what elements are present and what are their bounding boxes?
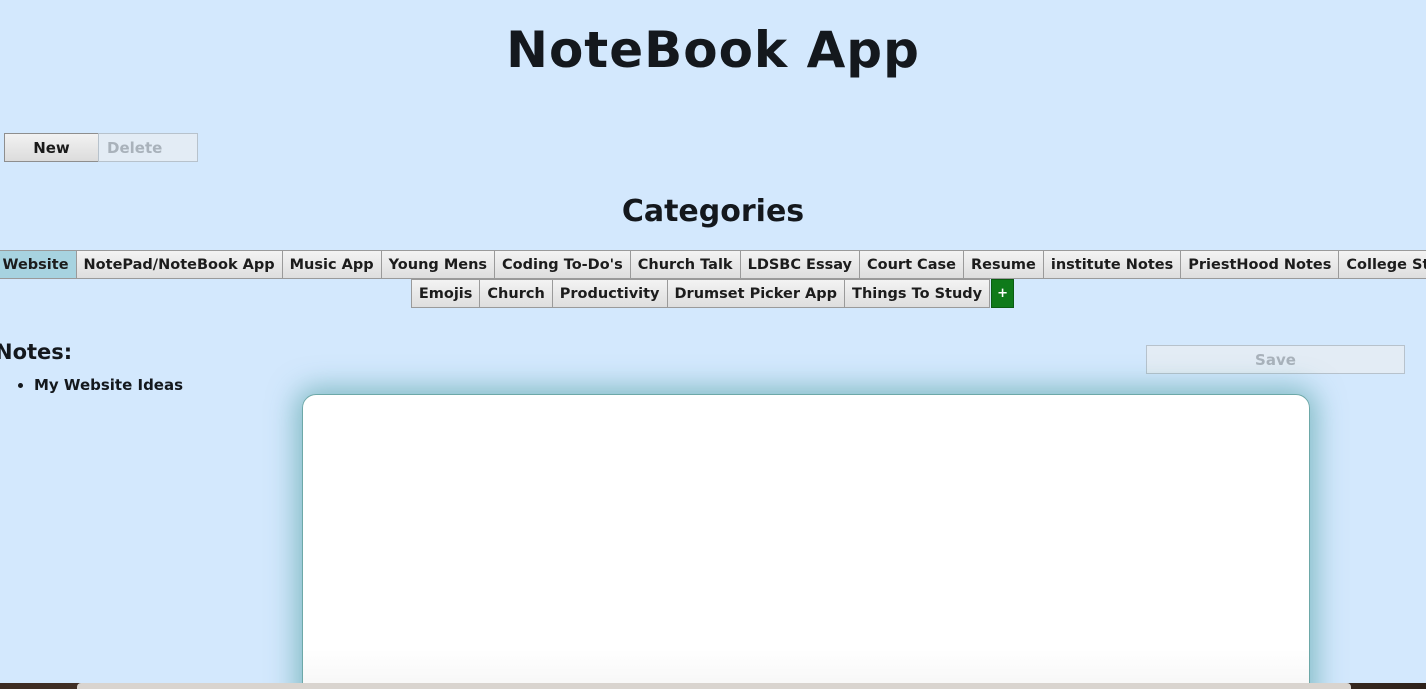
category-tab-notepad-notebook-app[interactable]: NotePad/NoteBook App bbox=[75, 250, 283, 279]
category-tab-court-case[interactable]: Court Case bbox=[859, 250, 964, 279]
category-tab-productivity[interactable]: Productivity bbox=[551, 279, 668, 308]
save-button[interactable]: Save bbox=[1146, 345, 1405, 374]
category-tab-young-mens[interactable]: Young Mens bbox=[380, 250, 496, 279]
category-tab-coding-todos[interactable]: Coding To-Do's bbox=[494, 250, 631, 279]
categories-heading: Categories bbox=[621, 194, 805, 229]
note-editor[interactable] bbox=[302, 394, 1310, 689]
category-tab-resume[interactable]: Resume bbox=[962, 250, 1044, 279]
notes-label: Notes: bbox=[0, 340, 73, 364]
category-tab-my-website[interactable]: My Website bbox=[0, 250, 77, 279]
category-tabs-row-2: Emojis Church Productivity Drumset Picke… bbox=[0, 279, 1426, 308]
category-tab-music-app[interactable]: Music App bbox=[281, 250, 382, 279]
note-item[interactable]: My Website Ideas bbox=[34, 373, 183, 397]
notes-list: My Website Ideas bbox=[0, 373, 183, 397]
new-note-button[interactable]: New bbox=[4, 133, 99, 162]
category-tab-ldsbc-essay[interactable]: LDSBC Essay bbox=[739, 250, 860, 279]
bottom-bar bbox=[77, 683, 1351, 689]
category-tab-priesthood-notes[interactable]: PriestHood Notes bbox=[1180, 250, 1340, 279]
add-category-button[interactable]: + bbox=[991, 279, 1015, 308]
category-tab-church[interactable]: Church bbox=[479, 279, 553, 308]
category-tabs-row-1: My Website NotePad/NoteBook App Music Ap… bbox=[0, 250, 1426, 279]
category-tab-institute-notes[interactable]: institute Notes bbox=[1042, 250, 1182, 279]
delete-note-button[interactable]: Delete bbox=[98, 133, 198, 162]
category-tab-emojis[interactable]: Emojis bbox=[410, 279, 481, 308]
category-tab-drumset-picker-app[interactable]: Drumset Picker App bbox=[666, 279, 846, 308]
category-tab-things-to-study[interactable]: Things To Study bbox=[844, 279, 991, 308]
category-tab-college-stuff[interactable]: College Stuff bbox=[1338, 250, 1426, 279]
app-title: NoteBook App bbox=[506, 21, 920, 79]
category-tab-church-talk[interactable]: Church Talk bbox=[629, 250, 741, 279]
